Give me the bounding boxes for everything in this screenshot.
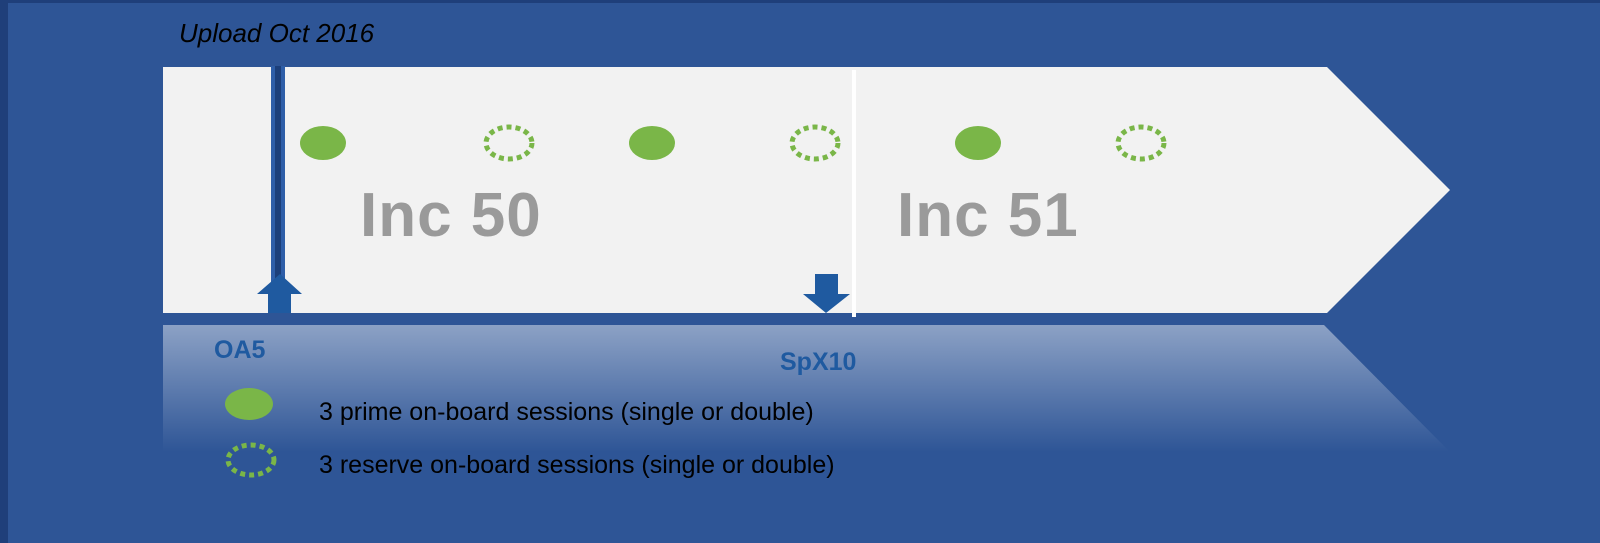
increment-label-50: Inc 50 bbox=[360, 181, 542, 250]
oa5-label: OA5 bbox=[214, 336, 266, 364]
timeline-arrow bbox=[163, 67, 1450, 313]
timeline-reflection bbox=[163, 325, 1450, 452]
legend-reserve-text: 3 reserve on-board sessions (single or d… bbox=[319, 451, 835, 479]
legend-prime-text: 3 prime on-board sessions (single or dou… bbox=[319, 398, 814, 426]
prime-session-marker bbox=[300, 126, 346, 160]
spx10-label: SpX10 bbox=[780, 348, 857, 376]
increment-label-51: Inc 51 bbox=[897, 181, 1079, 250]
upload-label: Upload Oct 2016 bbox=[179, 18, 375, 48]
legend-prime-symbol bbox=[225, 388, 273, 420]
prime-session-marker bbox=[629, 126, 675, 160]
prime-session-marker bbox=[955, 126, 1001, 160]
